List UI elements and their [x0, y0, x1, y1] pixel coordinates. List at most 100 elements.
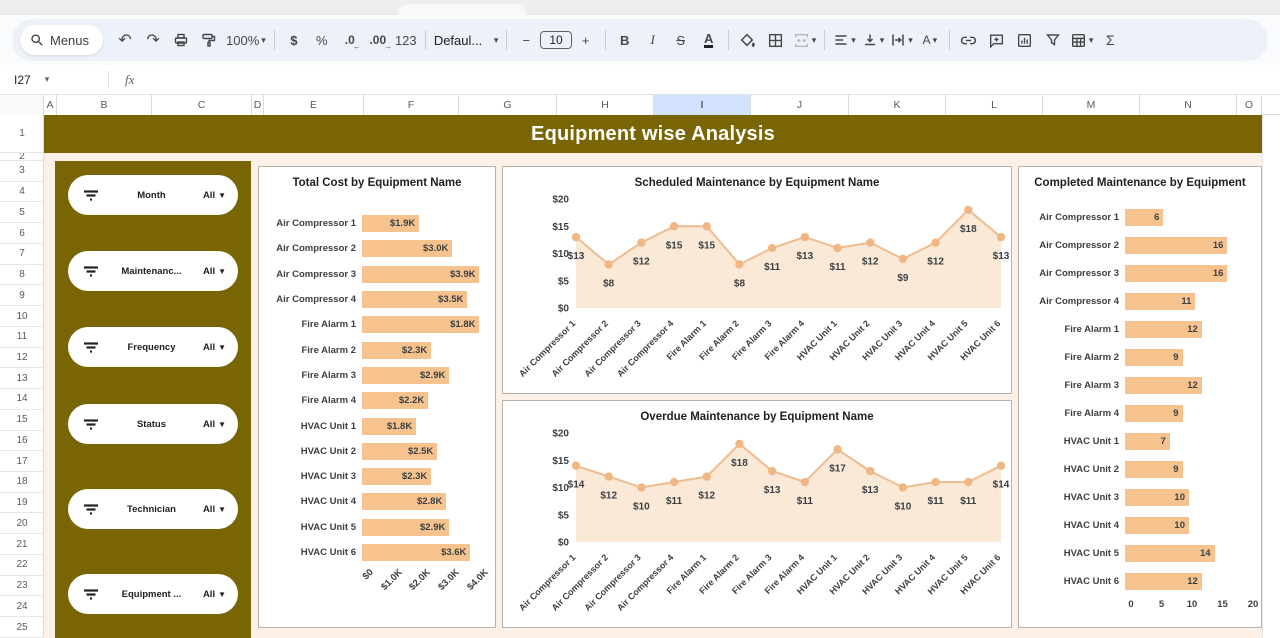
bar[interactable]: 9	[1125, 349, 1183, 366]
bar[interactable]: 9	[1125, 405, 1183, 422]
bar[interactable]: $3.6K	[362, 544, 470, 561]
row-header-12[interactable]: 12	[0, 348, 44, 369]
row-header-11[interactable]: 11	[0, 327, 44, 348]
vertical-align-button[interactable]: ▾	[860, 27, 887, 54]
row-header-18[interactable]: 18	[0, 472, 44, 493]
bar[interactable]: $2.2K	[362, 392, 428, 409]
percent-format-button[interactable]: %	[309, 27, 335, 54]
bar[interactable]: $2.8K	[362, 493, 446, 510]
bar[interactable]: $1.8K	[362, 418, 416, 435]
bar[interactable]: 12	[1125, 377, 1202, 394]
data-point[interactable]	[604, 472, 612, 480]
row-header-20[interactable]: 20	[0, 513, 44, 534]
create-filter-button[interactable]	[1040, 27, 1066, 54]
column-header-M[interactable]: M	[1043, 95, 1140, 115]
select-all-corner[interactable]	[0, 95, 44, 115]
bar[interactable]: $2.5K	[362, 443, 437, 460]
slicer-status[interactable]: StatusAll▼	[68, 404, 238, 444]
merge-cells-button[interactable]: ▾	[791, 27, 819, 54]
font-size-input[interactable]: 10	[540, 31, 571, 49]
data-point[interactable]	[997, 233, 1005, 241]
row-header-5[interactable]: 5	[0, 202, 44, 223]
bar[interactable]: $3.9K	[362, 266, 479, 283]
data-point[interactable]	[899, 483, 907, 491]
row-header-8[interactable]: 8	[0, 265, 44, 286]
column-header-E[interactable]: E	[264, 95, 364, 115]
bar[interactable]: $1.9K	[362, 215, 419, 232]
row-header-24[interactable]: 24	[0, 596, 44, 617]
insert-comment-button[interactable]	[984, 27, 1010, 54]
text-color-button[interactable]: A	[696, 27, 722, 54]
column-header-A[interactable]: A	[44, 95, 57, 115]
data-point[interactable]	[931, 238, 939, 246]
data-point[interactable]	[637, 238, 645, 246]
menus-button[interactable]: Menus	[20, 25, 103, 55]
data-point[interactable]	[670, 222, 678, 230]
chart-scheduled-maintenance[interactable]: Scheduled Maintenance by Equipment Name$…	[502, 166, 1012, 394]
bar[interactable]: $3.5K	[362, 291, 467, 308]
borders-button[interactable]	[763, 27, 789, 54]
paint-format-button[interactable]	[196, 27, 222, 54]
slicer-equipment[interactable]: Equipment ...All▼	[68, 574, 238, 614]
column-header-I[interactable]: I	[654, 95, 751, 115]
row-header-16[interactable]: 16	[0, 431, 44, 452]
bar[interactable]: 10	[1125, 489, 1189, 506]
row-header-3[interactable]: 3	[0, 161, 44, 182]
data-point[interactable]	[768, 467, 776, 475]
bar[interactable]: 10	[1125, 517, 1189, 534]
row-header-10[interactable]: 10	[0, 306, 44, 327]
data-point[interactable]	[899, 255, 907, 263]
column-header-O[interactable]: O	[1237, 95, 1262, 115]
zoom-select[interactable]: 100%▾	[224, 27, 268, 54]
bar[interactable]: $1.8K	[362, 316, 479, 333]
column-header-J[interactable]: J	[751, 95, 849, 115]
row-header-19[interactable]: 19	[0, 493, 44, 514]
bar[interactable]: 6	[1125, 209, 1163, 226]
data-point[interactable]	[964, 206, 972, 214]
data-point[interactable]	[801, 478, 809, 486]
row-header-7[interactable]: 7	[0, 244, 44, 265]
bar[interactable]: 7	[1125, 433, 1170, 450]
decrease-decimals-button[interactable]: .0←	[337, 27, 363, 54]
slicer-maintenanc[interactable]: Maintenanc...All▼	[68, 251, 238, 291]
bar[interactable]: $2.3K	[362, 342, 431, 359]
bar[interactable]: $3.0K	[362, 240, 452, 257]
row-header-25[interactable]: 25	[0, 617, 44, 638]
strikethrough-button[interactable]: S	[668, 27, 694, 54]
row-header-13[interactable]: 13	[0, 368, 44, 389]
column-header-K[interactable]: K	[849, 95, 946, 115]
horizontal-align-button[interactable]: ▾	[831, 27, 858, 54]
data-point[interactable]	[801, 233, 809, 241]
chart-overdue-maintenance[interactable]: Overdue Maintenance by Equipment Name$0$…	[502, 400, 1012, 628]
bar[interactable]: 12	[1125, 321, 1202, 338]
row-header-2[interactable]: 2	[0, 153, 44, 161]
fill-color-button[interactable]	[735, 27, 761, 54]
data-point[interactable]	[768, 244, 776, 252]
increase-font-size-button[interactable]: +	[573, 27, 599, 54]
print-button[interactable]	[168, 27, 194, 54]
column-header-D[interactable]: D	[252, 95, 264, 115]
column-header-L[interactable]: L	[946, 95, 1043, 115]
row-header-17[interactable]: 17	[0, 451, 44, 472]
row-header-23[interactable]: 23	[0, 576, 44, 597]
row-header-4[interactable]: 4	[0, 182, 44, 203]
italic-button[interactable]: I	[640, 27, 666, 54]
column-header-G[interactable]: G	[459, 95, 557, 115]
increase-decimals-button[interactable]: .00→	[365, 27, 391, 54]
bar[interactable]: 14	[1125, 545, 1215, 562]
slicer-month[interactable]: MonthAll▼	[68, 175, 238, 215]
row-header-15[interactable]: 15	[0, 410, 44, 431]
currency-format-button[interactable]: $	[281, 27, 307, 54]
data-point[interactable]	[604, 260, 612, 268]
data-point[interactable]	[670, 478, 678, 486]
bar[interactable]: $2.9K	[362, 519, 449, 536]
data-point[interactable]	[866, 238, 874, 246]
decrease-font-size-button[interactable]: −	[513, 27, 539, 54]
table-button[interactable]: ▾	[1068, 27, 1096, 54]
data-point[interactable]	[572, 462, 580, 470]
data-point[interactable]	[931, 478, 939, 486]
undo-button[interactable]: ↶	[112, 27, 138, 54]
column-header-F[interactable]: F	[364, 95, 459, 115]
chart-completed-maintenance[interactable]: Completed Maintenance by EquipmentAir Co…	[1018, 166, 1262, 628]
data-point[interactable]	[833, 445, 841, 453]
